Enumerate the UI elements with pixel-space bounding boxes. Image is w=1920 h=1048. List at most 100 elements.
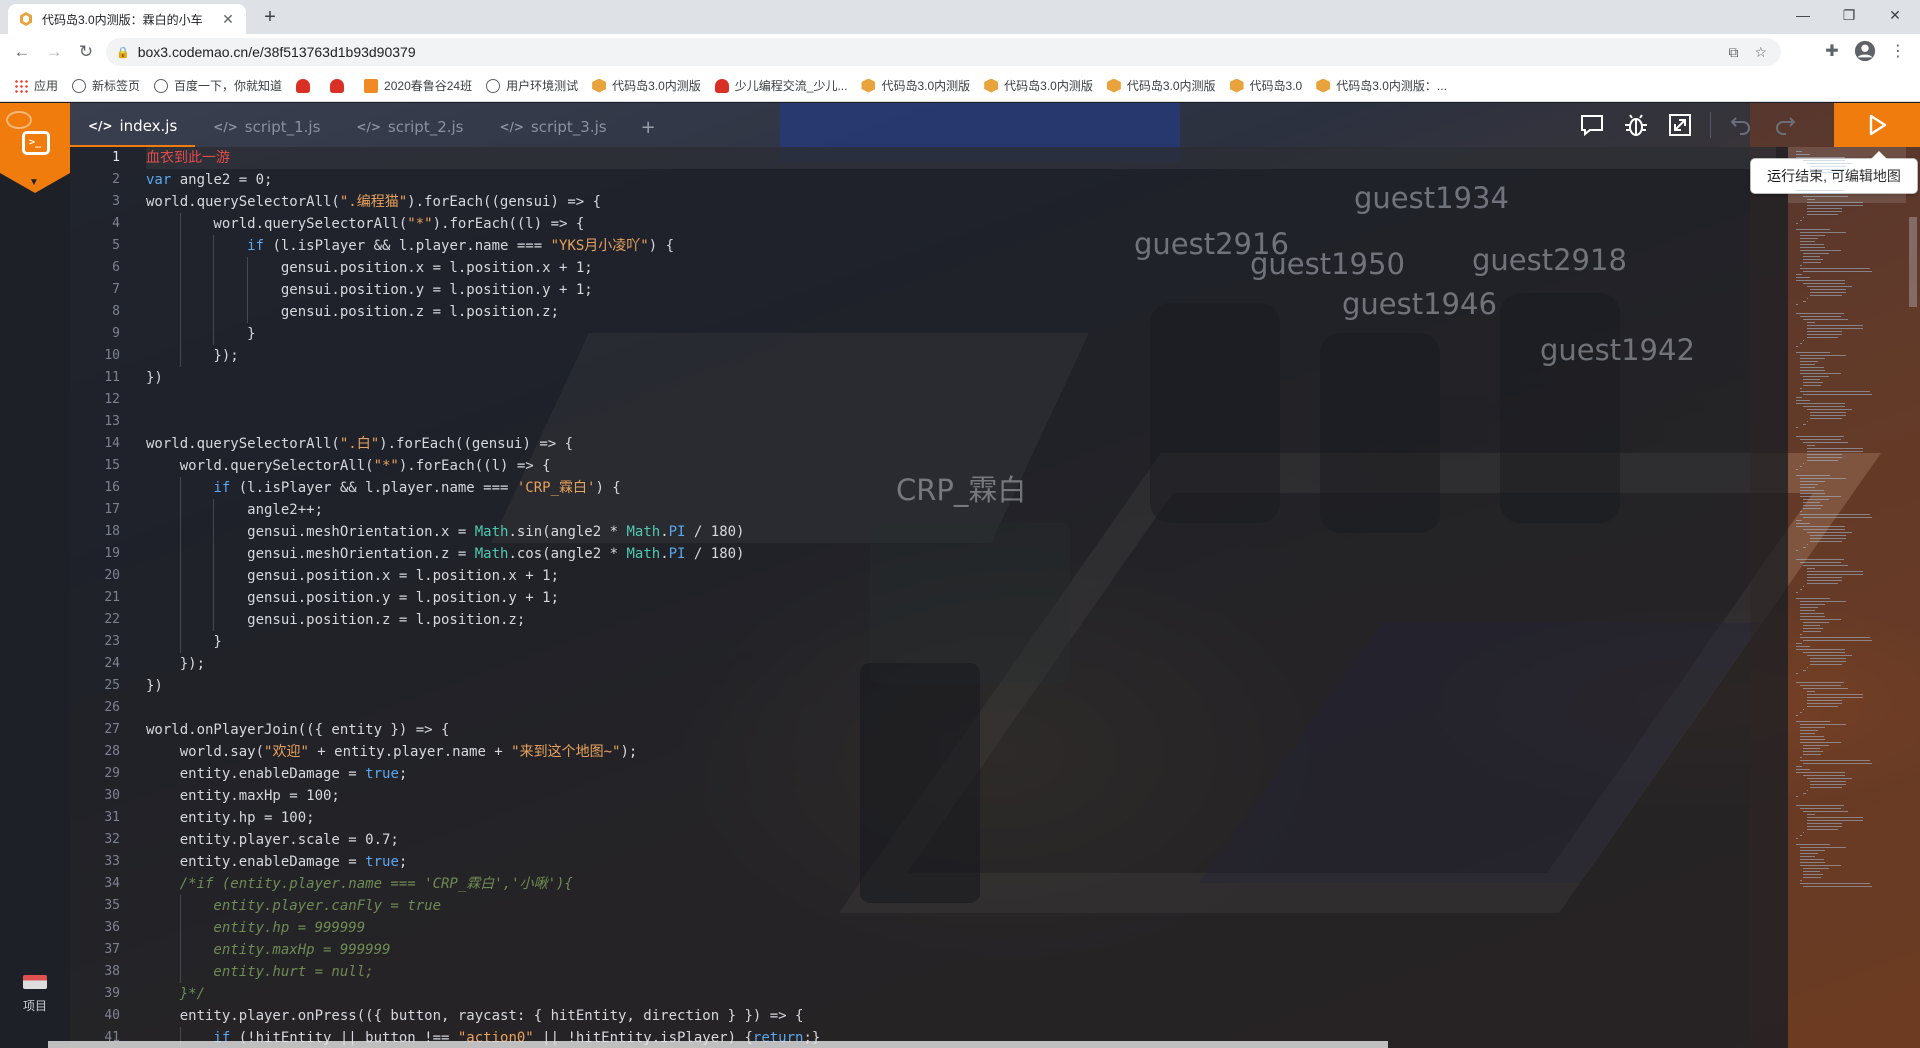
code-line[interactable]: } — [146, 323, 1776, 345]
minimap-line — [1796, 838, 1798, 839]
code-line[interactable]: world.querySelectorAll(".编程猫").forEach((… — [146, 191, 1776, 213]
code-line[interactable]: entity.hp = 100; — [146, 807, 1776, 829]
code-line[interactable]: /*if (entity.player.name === 'CRP_霖白','小… — [146, 873, 1776, 895]
minimap-line — [1803, 256, 1821, 257]
code-line[interactable]: entity.hp = 999999 — [146, 917, 1776, 939]
bookmark-item[interactable] — [330, 78, 350, 93]
forward-arrow-icon[interactable]: → — [40, 38, 68, 66]
code-line[interactable]: var angle2 = 0; — [146, 169, 1776, 191]
restore-button[interactable]: ❐ — [1826, 0, 1872, 30]
bookmark-item[interactable]: 代码岛3.0内测版 — [592, 77, 701, 94]
bookmark-item[interactable]: 代码岛3.0内测版：... — [1316, 77, 1447, 94]
project-button[interactable]: 项目 — [0, 975, 70, 1014]
code-line[interactable]: world.querySelectorAll(".白").forEach((ge… — [146, 433, 1776, 455]
url-input[interactable]: 🔒 box3.codemao.cn/e/38f513763d1b93d90379… — [106, 38, 1781, 66]
bookmark-item[interactable]: 用户环境测试 — [486, 77, 578, 94]
code-area[interactable]: 血衣到此一游 var angle2 = 0; world.querySelector… — [146, 147, 1776, 1048]
profile-avatar-icon[interactable] — [1853, 40, 1877, 64]
minimap-line — [1799, 610, 1815, 611]
project-label: 项目 — [22, 999, 47, 1013]
bookmark-item[interactable]: 应用 — [14, 77, 58, 94]
window-close-button[interactable]: ✕ — [1872, 0, 1918, 30]
editor-tab-script_3-js[interactable]: </> script_3.js — [481, 107, 624, 147]
code-line[interactable]: entity.hurt = null; — [146, 961, 1776, 983]
translate-icon[interactable]: ⧉ — [1728, 44, 1738, 61]
bookmark-item[interactable]: 代码岛3.0 — [1229, 77, 1302, 94]
code-line[interactable]: }*/ — [146, 983, 1776, 1005]
code-line[interactable]: entity.maxHp = 100; — [146, 785, 1776, 807]
code-line[interactable]: gensui.position.z = l.position.z; — [146, 301, 1776, 323]
bookmark-item[interactable]: 2020春鲁谷24班 — [364, 77, 472, 94]
code-line[interactable]: world.say("欢迎" + entity.player.name + "来… — [146, 741, 1776, 763]
code-line[interactable]: world.onPlayerJoin(({ entity }) => { — [146, 719, 1776, 741]
code-line[interactable]: }); — [146, 653, 1776, 675]
code-line[interactable]: angle2++; — [146, 499, 1776, 521]
browser-tab[interactable]: 代码岛3.0内测版：霖白的小车 ✕ — [8, 4, 246, 34]
fullscreen-button[interactable] — [1658, 103, 1702, 147]
editor-tab-index-js[interactable]: </> index.js — [70, 107, 196, 147]
code-line[interactable]: gensui.meshOrientation.x = Math.sin(angl… — [146, 521, 1776, 543]
bookmark-item[interactable]: 少儿编程交流_少儿... — [714, 77, 847, 94]
code-line[interactable]: entity.enableDamage = true; — [146, 763, 1776, 785]
vertical-scrollbar[interactable] — [1906, 147, 1920, 1048]
line-number: 6 — [112, 260, 120, 275]
code-line[interactable]: gensui.position.y = l.position.y + 1; — [146, 587, 1776, 609]
add-file-button[interactable]: + — [625, 107, 672, 147]
code-line[interactable]: world.querySelectorAll("*").forEach((l) … — [146, 213, 1776, 235]
comment-button[interactable] — [1570, 103, 1614, 147]
reload-icon[interactable]: ↻ — [72, 38, 100, 66]
bookmark-item[interactable]: 代码岛3.0内测版 — [984, 77, 1093, 94]
code-line[interactable] — [146, 411, 1776, 433]
bookmark-item[interactable] — [296, 78, 316, 93]
code-line[interactable]: entity.maxHp = 999999 — [146, 939, 1776, 961]
run-button[interactable] — [1834, 103, 1920, 147]
code-line[interactable] — [146, 697, 1776, 719]
code-token: + entity.player.name + — [308, 744, 512, 760]
extensions-icon[interactable]: ✚ — [1820, 40, 1844, 64]
code-line[interactable]: gensui.position.z = l.position.z; — [146, 609, 1776, 631]
code-line[interactable]: gensui.position.x = l.position.x + 1; — [146, 257, 1776, 279]
code-line[interactable]: entity.player.scale = 0.7; — [146, 829, 1776, 851]
minimap-viewport[interactable] — [1788, 147, 1906, 203]
back-arrow-icon[interactable]: ← — [8, 38, 36, 66]
code-line[interactable]: gensui.position.x = l.position.x + 1; — [146, 565, 1776, 587]
minimap-line — [1803, 340, 1805, 341]
minimize-button[interactable]: — — [1780, 0, 1826, 30]
code-line[interactable]: } — [146, 631, 1776, 653]
code-line[interactable]: }) — [146, 675, 1776, 697]
code-line[interactable]: entity.player.canFly = true — [146, 895, 1776, 917]
editor-tab-script_1-js[interactable]: </> script_1.js — [195, 107, 338, 147]
minimap-line — [1806, 211, 1842, 212]
bookmark-star-icon[interactable]: ☆ — [1754, 44, 1767, 61]
line-number: 4 — [112, 216, 120, 231]
editor-tab-script_2-js[interactable]: </> script_2.js — [338, 107, 481, 147]
code-line[interactable]: if (l.isPlayer && l.player.name === 'CRP… — [146, 477, 1776, 499]
code-line[interactable]: gensui.position.y = l.position.y + 1; — [146, 279, 1776, 301]
code-minimap[interactable] — [1788, 147, 1906, 1007]
code-line[interactable]: world.querySelectorAll("*").forEach((l) … — [146, 455, 1776, 477]
bookmark-item[interactable]: 代码岛3.0内测版 — [861, 77, 970, 94]
code-line[interactable]: gensui.meshOrientation.z = Math.cos(angl… — [146, 543, 1776, 565]
minimap-line — [1799, 265, 1803, 266]
menu-icon[interactable]: ⋮ — [1886, 40, 1910, 64]
code-line[interactable]: entity.enableDamage = true; — [146, 851, 1776, 873]
code-line[interactable] — [146, 389, 1776, 411]
close-icon[interactable]: ✕ — [220, 11, 236, 28]
horizontal-scrollbar[interactable] — [48, 1041, 1388, 1048]
new-tab-button[interactable]: + — [258, 6, 282, 30]
code-line[interactable]: }); — [146, 345, 1776, 367]
app-logo[interactable]: >_ — [0, 103, 70, 173]
minimap-line — [1806, 208, 1842, 209]
code-line[interactable]: if (l.isPlayer && l.player.name === "YKS… — [146, 235, 1776, 257]
scrollbar-thumb[interactable] — [1909, 217, 1917, 307]
bookmark-item[interactable]: 代码岛3.0内测版 — [1106, 77, 1216, 94]
code-line[interactable]: entity.player.onPress(({ button, raycast… — [146, 1005, 1776, 1027]
bookmark-item[interactable]: 百度一下，你就知道 — [154, 77, 282, 94]
bookmark-item[interactable]: 新标签页 — [72, 77, 140, 94]
code-line[interactable]: }) — [146, 367, 1776, 389]
code-line[interactable]: 血衣到此一游 — [146, 147, 1776, 169]
debug-button[interactable] — [1614, 103, 1658, 147]
redo-button[interactable] — [1763, 103, 1807, 147]
code-token: }); — [146, 348, 239, 364]
undo-button[interactable] — [1719, 103, 1763, 147]
